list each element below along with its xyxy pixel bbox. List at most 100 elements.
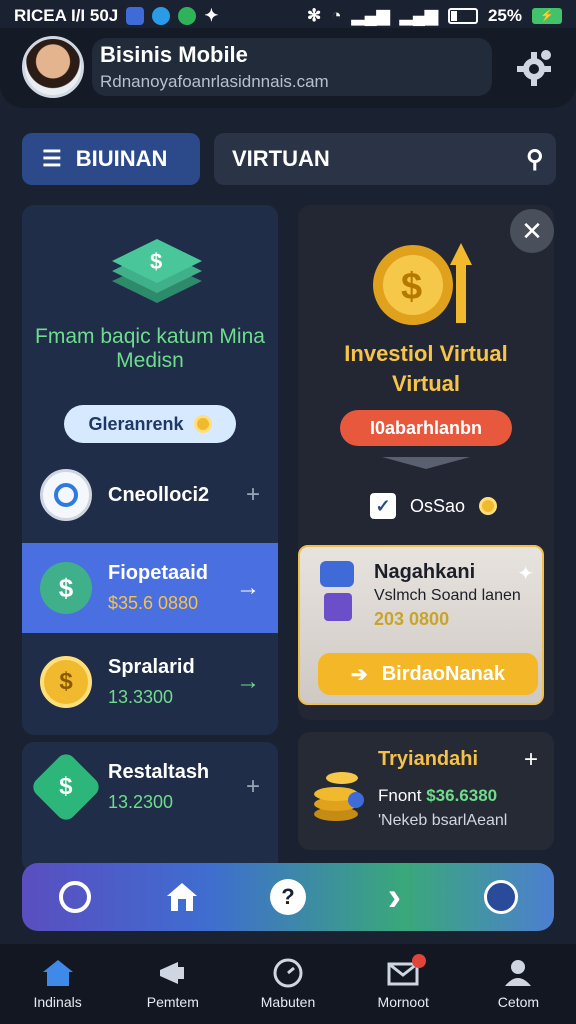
small-row-label: OsSao: [410, 495, 466, 516]
nav-label: Mornoot: [377, 994, 429, 1010]
svg-text:$: $: [150, 249, 162, 274]
refresh-icon: [40, 469, 92, 521]
app-header: Bisinis Mobile Rdnanoyafoanrlasidnnais.c…: [0, 28, 576, 108]
promo-pill-label: Gleranrenk: [88, 413, 184, 434]
menu-button-label: BIUINAN: [75, 146, 168, 171]
cube-icon: [324, 593, 352, 621]
list-item[interactable]: Cneolloci2 +: [22, 450, 278, 540]
nav-label: Indinals: [33, 994, 82, 1010]
battery-icon: [447, 8, 478, 24]
bottom-nav: Indinals Pemtem Mabuten Mornoot Cetom: [0, 944, 576, 1024]
cta-button[interactable]: ➔ BirdaoNanak: [318, 653, 538, 695]
coin-icon: [193, 415, 212, 433]
invest-title: Investiol Virtual Virtual: [298, 339, 554, 399]
list-item-value: 13.2300: [108, 792, 174, 812]
add-icon[interactable]: +: [524, 746, 538, 774]
action-bar: ? ›: [22, 863, 554, 931]
settings-gear-icon[interactable]: [514, 48, 554, 88]
arrow-right-icon[interactable]: →: [236, 574, 260, 602]
profile-box[interactable]: Bisinis Mobile Rdnanoyafoanrlasidnnais.c…: [92, 38, 492, 96]
search-bar[interactable]: ⚲: [214, 133, 556, 185]
nav-item-history[interactable]: Mabuten: [230, 944, 345, 1024]
add-icon[interactable]: +: [246, 481, 260, 509]
divider-triangle: [382, 457, 470, 469]
battery-percent: 25%: [487, 6, 522, 25]
promo-pill-button[interactable]: Gleranrenk: [64, 405, 236, 443]
whatsapp-icon: [178, 7, 197, 25]
invest-card: ✕ $ Investiol Virtual Virtual I0abarhlan…: [298, 205, 554, 720]
list-item-title: Restaltash: [108, 761, 210, 783]
promo-card-subtitle: Vslmch Soand lanen: [374, 587, 521, 604]
invest-title-line2: Virtual: [391, 371, 461, 396]
profile-email: Rdnanoyafoanrlasidnnais.cam: [100, 72, 329, 91]
nav-label: Pemtem: [146, 994, 199, 1010]
promo-card-value: 203 0800: [374, 609, 450, 629]
megaphone-icon: [159, 962, 184, 984]
avatar[interactable]: [22, 36, 84, 98]
menu-button[interactable]: ☰ BIUINAN: [22, 133, 200, 185]
search-input[interactable]: [232, 146, 526, 172]
messenger-icon: [152, 7, 171, 25]
small-row[interactable]: ✓ OsSao: [370, 493, 498, 519]
list-item-title: Spralarid: [108, 656, 195, 678]
nav-item-promotions[interactable]: Pemtem: [115, 944, 230, 1024]
bluetooth-icon: ✻: [307, 6, 322, 25]
app-notification-icon: [126, 7, 145, 25]
promo-card: Nagahkani ✦ Vslmch Soand lanen 203 0800 …: [298, 545, 544, 705]
secondary-card[interactable]: Tryiandahi + Fnont $36.6380 'Nekeb bsarl…: [298, 732, 554, 850]
invest-action-button[interactable]: I0abarhlanbn: [340, 410, 512, 446]
notification-badge: [411, 954, 426, 968]
charging-icon: ⚡: [532, 8, 562, 24]
profile-name: Bisinis Mobile: [100, 42, 248, 67]
left-panel: $ Fmam baqic katum Mina Medisn Gleranren…: [22, 205, 278, 735]
secondary-card-line1: Fnont $36.6380: [378, 786, 497, 806]
help-icon: ?: [270, 879, 307, 915]
profile-action[interactable]: [448, 880, 554, 914]
help-action[interactable]: ?: [235, 879, 341, 915]
coin-icon: [479, 497, 498, 515]
arrow-right-icon[interactable]: →: [236, 668, 260, 696]
checkmark-icon: ✓: [370, 493, 396, 519]
list-item[interactable]: $ Spralarid 13.3300 →: [22, 637, 278, 727]
user-icon: [505, 960, 532, 986]
settings-mini-icon: ✦: [204, 6, 219, 25]
chevron-right-icon: ›: [387, 874, 402, 919]
next-action[interactable]: ›: [341, 875, 447, 920]
close-icon[interactable]: ✕: [510, 209, 554, 253]
signal-icon: ▂▄▆: [351, 6, 390, 25]
wifi-icon: ◔: [331, 6, 342, 25]
search-icon[interactable]: ⚲: [526, 145, 544, 174]
invest-title-line1: Investiol Virtual: [344, 341, 508, 366]
list-item-active[interactable]: $ Fiopetaaid $35.6 0880 →: [22, 543, 278, 633]
nav-item-messages[interactable]: Mornoot: [346, 944, 461, 1024]
timer-action[interactable]: [22, 881, 128, 913]
arrow-right-icon: ➔: [350, 663, 368, 686]
add-icon[interactable]: +: [246, 773, 260, 801]
list-item-value: 13.3300: [108, 687, 174, 707]
promo-text: Fmam baqic katum Mina Medisn: [35, 325, 265, 372]
timer-icon: [59, 881, 92, 913]
signal2-icon: ▂▄▆: [399, 6, 438, 25]
status-time: RICEA I/I 50J: [14, 6, 119, 25]
home-action[interactable]: [128, 881, 234, 913]
list-item[interactable]: $ Restaltash 13.2300 +: [22, 742, 278, 832]
nav-item-home[interactable]: Indinals: [0, 944, 115, 1024]
clock-icon: [273, 958, 303, 988]
house-icon: [166, 883, 197, 911]
home-icon: [42, 960, 73, 986]
card-icon: [320, 561, 354, 587]
left-panel-lower: $ Restaltash 13.2300 +: [22, 742, 278, 872]
nav-label: Cetom: [497, 994, 540, 1010]
nav-item-account[interactable]: Cetom: [461, 944, 576, 1024]
secondary-card-line1-label: Fnont: [378, 786, 422, 805]
gear-coin-icon: $: [373, 243, 472, 325]
dollar-coin-icon: $: [40, 562, 92, 614]
star-icon[interactable]: ✦: [517, 561, 534, 586]
list-item-title: Cneolloci2: [108, 483, 210, 506]
secondary-card-line1-value: $36.6380: [426, 786, 498, 805]
gold-coin-icon: $: [40, 656, 92, 708]
promo-card-title: Nagahkani: [374, 561, 476, 583]
list-item-title: Fiopetaaid: [108, 562, 209, 584]
user-circle-icon: [483, 880, 518, 914]
list-icon: ☰: [42, 146, 62, 171]
